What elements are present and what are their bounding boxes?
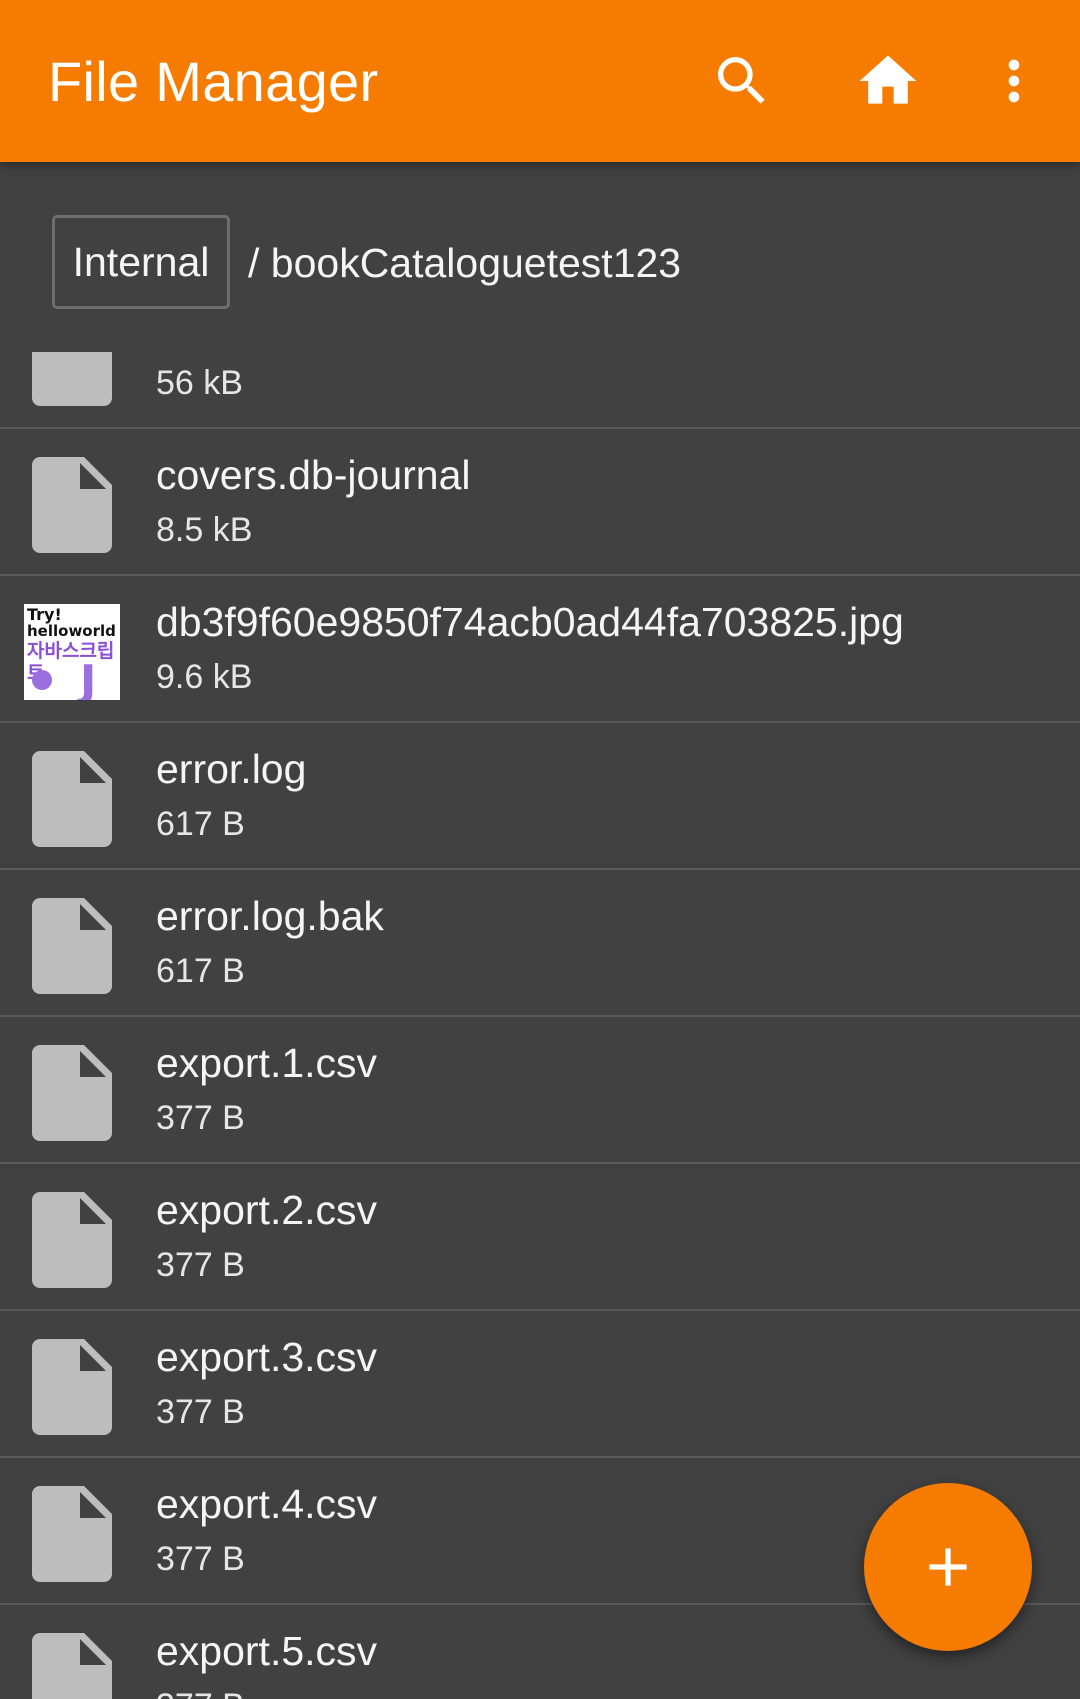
file-size: 377 B [156,1685,245,1699]
list-item[interactable]: export.1.csv 377 B [0,1017,1080,1164]
file-icon [24,898,120,994]
file-icon [24,1192,120,1288]
list-item[interactable]: covers.db-journal 8.5 kB [0,429,1080,576]
file-icon [24,457,120,553]
file-icon [24,352,120,406]
search-button[interactable] [702,41,782,121]
file-size: 377 B [156,1393,245,1431]
list-item[interactable]: export.3.csv 377 B [0,1311,1080,1458]
file-size: 9.6 kB [156,658,253,696]
file-size: 617 B [156,805,245,843]
file-manager-app: File Manager Internal / bookCataloguetes… [0,0,1080,1699]
file-icon [24,1486,120,1582]
file-size: 377 B [156,1540,245,1578]
list-item[interactable]: error.log 617 B [0,723,1080,870]
list-item[interactable]: export.2.csv 377 B [0,1164,1080,1311]
home-button[interactable] [848,41,928,121]
file-name: error.log.bak [156,893,384,939]
file-name: export.2.csv [156,1187,378,1233]
more-vert-icon [1008,59,1020,103]
thumbnail-text: J [80,656,97,701]
image-thumbnail: Try! helloworld 자바스크립트 J [24,604,120,700]
file-size: 617 B [156,952,245,990]
file-icon [24,751,120,847]
add-icon [929,1548,967,1586]
file-name: covers.db-journal [156,452,471,498]
file-icon [24,1045,120,1141]
breadcrumb-root-internal[interactable]: Internal [52,215,230,309]
thumbnail-text: helloworld [27,622,116,640]
overflow-menu-button[interactable] [974,41,1054,121]
app-title: File Manager [48,50,379,113]
list-item[interactable]: error.log.bak 617 B [0,870,1080,1017]
file-size: 8.5 kB [156,511,253,549]
file-name: export.5.csv [156,1628,378,1674]
breadcrumb: Internal / bookCataloguetest123 [0,162,1080,352]
file-icon [24,1633,120,1699]
file-name: export.3.csv [156,1334,378,1380]
search-icon [718,57,765,104]
list-item[interactable]: 56 kB [0,352,1080,429]
file-name: db3f9f60e9850f74acb0ad44fa703825.jpg [156,599,904,645]
add-button[interactable] [864,1483,1032,1651]
file-name: export.4.csv [156,1481,378,1527]
file-icon [24,1339,120,1435]
file-size: 377 B [156,1246,245,1284]
thumbnail-text: Try! [27,605,62,624]
app-bar: File Manager [0,0,1080,162]
list-item[interactable]: Try! helloworld 자바스크립트 J db3f9f60e9850f7… [0,576,1080,723]
file-size: 377 B [156,1099,245,1137]
file-name: export.1.csv [156,1040,378,1086]
breadcrumb-current-folder[interactable]: / bookCataloguetest123 [248,238,681,288]
file-name: error.log [156,746,307,792]
home-icon [859,55,917,104]
file-size: 56 kB [156,364,243,402]
thumbnail-decoration [32,670,52,690]
